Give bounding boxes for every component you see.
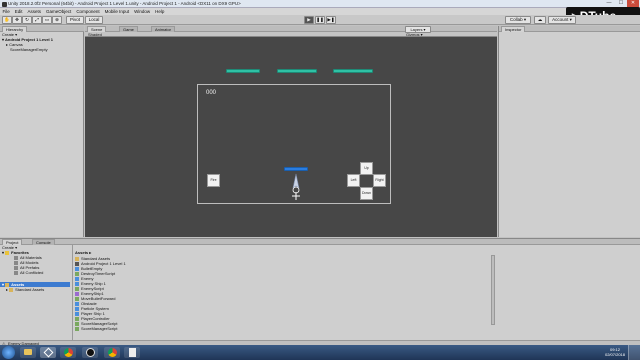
shading-mode-dropdown[interactable]: Shaded <box>88 32 102 37</box>
script-icon <box>75 296 79 301</box>
minimize-button[interactable]: — <box>603 0 615 7</box>
show-desktop-button[interactable] <box>628 345 640 360</box>
project-header: Project Console <box>0 239 640 245</box>
local-toggle[interactable]: Local <box>85 16 103 24</box>
menu-mobile-input[interactable]: Mobile Input <box>102 8 132 15</box>
pivot-toggle[interactable]: Pivot <box>66 16 84 24</box>
asset-item[interactable]: ScoreManagerScript <box>75 326 117 331</box>
down-button[interactable]: Down <box>360 187 373 200</box>
breadcrumb[interactable]: Assets ▸ <box>75 250 91 255</box>
project-scrollbar[interactable] <box>491 255 495 325</box>
inspector-panel: Inspector <box>498 26 640 237</box>
menu-assets[interactable]: Assets <box>25 8 44 15</box>
prefab-icon <box>75 281 79 286</box>
menu-window[interactable]: Window <box>132 8 153 15</box>
menu-file[interactable]: File <box>0 8 12 15</box>
chrome-icon[interactable] <box>60 347 76 358</box>
search-icon <box>14 260 18 265</box>
menu-edit[interactable]: Edit <box>12 8 25 15</box>
menu-help[interactable]: Help <box>153 8 167 15</box>
search-icon <box>14 265 18 270</box>
prefab-icon <box>75 301 79 306</box>
hierarchy-panel: Hierarchy Create ▾ ▾ Android Project 1 L… <box>0 26 84 237</box>
transform-tool-button[interactable]: ⊕ <box>52 16 62 24</box>
splitter[interactable] <box>72 245 73 341</box>
search-icon <box>14 270 18 275</box>
taskbar: 09:12 02/07/2018 <box>0 345 640 360</box>
tab-console[interactable]: Console <box>32 239 55 245</box>
script-icon <box>75 326 79 331</box>
hand-tool-button[interactable]: ✋ <box>2 16 12 24</box>
clock-app-icon[interactable] <box>82 347 98 358</box>
layers-dropdown[interactable]: Layers ▾ <box>405 26 431 33</box>
scale-tool-button[interactable]: ⤢ <box>32 16 42 24</box>
favorites-item[interactable]: All Conflicted <box>14 270 43 275</box>
play-button[interactable]: ▶ <box>304 16 314 24</box>
unity-taskbar-icon[interactable] <box>40 347 56 358</box>
prefab-icon <box>75 311 79 316</box>
file-explorer-icon[interactable] <box>20 347 36 358</box>
script-icon <box>75 271 79 276</box>
script-icon <box>75 321 79 326</box>
rect-tool-button[interactable]: ▭ <box>42 16 52 24</box>
account-dropdown[interactable]: Account ▾ <box>548 16 576 24</box>
sprite-icon <box>75 291 79 296</box>
document-icon[interactable] <box>124 347 140 358</box>
taskbar-clock[interactable]: 09:12 02/07/2018 <box>603 347 627 357</box>
tab-inspector[interactable]: Inspector <box>501 26 526 32</box>
right-button[interactable]: Right <box>373 174 386 187</box>
prefab-icon <box>75 306 79 311</box>
toolbar: ✋ ✥ ↻ ⤢ ▭ ⊕ Pivot Local ▶ ❚❚ ▶❚ Collab ▾… <box>0 15 640 25</box>
blue-widget[interactable] <box>284 167 308 171</box>
folder-icon <box>5 282 10 287</box>
window-title: Unity 2018.2.0f2 Personal (64bit) - Andr… <box>8 1 241 6</box>
left-button[interactable]: Left <box>347 174 360 187</box>
chrome-icon-2[interactable] <box>104 347 120 358</box>
start-button[interactable] <box>2 346 15 359</box>
scene-toolbar: Shaded Gizmos ▾ <box>85 32 497 37</box>
pause-button[interactable]: ❚❚ <box>315 16 325 24</box>
prefab-icon <box>75 276 79 281</box>
script-icon <box>75 316 79 321</box>
asset-tree-item[interactable]: ▸ Standard Assets <box>6 287 44 292</box>
cloud-icon[interactable]: ☁ <box>534 16 546 24</box>
folder-icon <box>9 287 14 292</box>
rotate-tool-button[interactable]: ↻ <box>22 16 32 24</box>
search-icon <box>14 255 18 260</box>
move-tool-button[interactable]: ✥ <box>12 16 22 24</box>
close-button[interactable]: ✕ <box>627 0 639 7</box>
inspector-header: Inspector <box>499 26 640 32</box>
project-panel: Project Console Create ▾ ▾ Favorites All… <box>0 238 640 341</box>
maximize-button[interactable]: ☐ <box>615 0 627 7</box>
step-button[interactable]: ▶❚ <box>326 16 336 24</box>
unity-app-icon <box>2 1 7 7</box>
hierarchy-item-scoremanager[interactable]: ScoreManagerEmpty <box>0 47 84 52</box>
player-ship-icon[interactable] <box>286 172 306 202</box>
up-button[interactable]: Up <box>360 162 373 175</box>
unity-scene-icon <box>75 261 79 266</box>
folder-icon <box>75 256 79 261</box>
score-text: 000 <box>206 90 217 96</box>
fire-button[interactable]: Fire <box>207 174 220 187</box>
title-bar: Unity 2018.2.0f2 Personal (64bit) - Andr… <box>0 0 640 8</box>
collab-dropdown[interactable]: Collab ▾ <box>505 16 531 24</box>
prefab-icon <box>75 266 79 271</box>
menu-gameobject[interactable]: GameObject <box>44 8 74 15</box>
script-icon <box>75 286 79 291</box>
star-icon <box>5 250 10 255</box>
menu-bar: File Edit Assets GameObject Component Mobile … <box>0 8 640 15</box>
menu-component[interactable]: Component <box>74 8 102 15</box>
